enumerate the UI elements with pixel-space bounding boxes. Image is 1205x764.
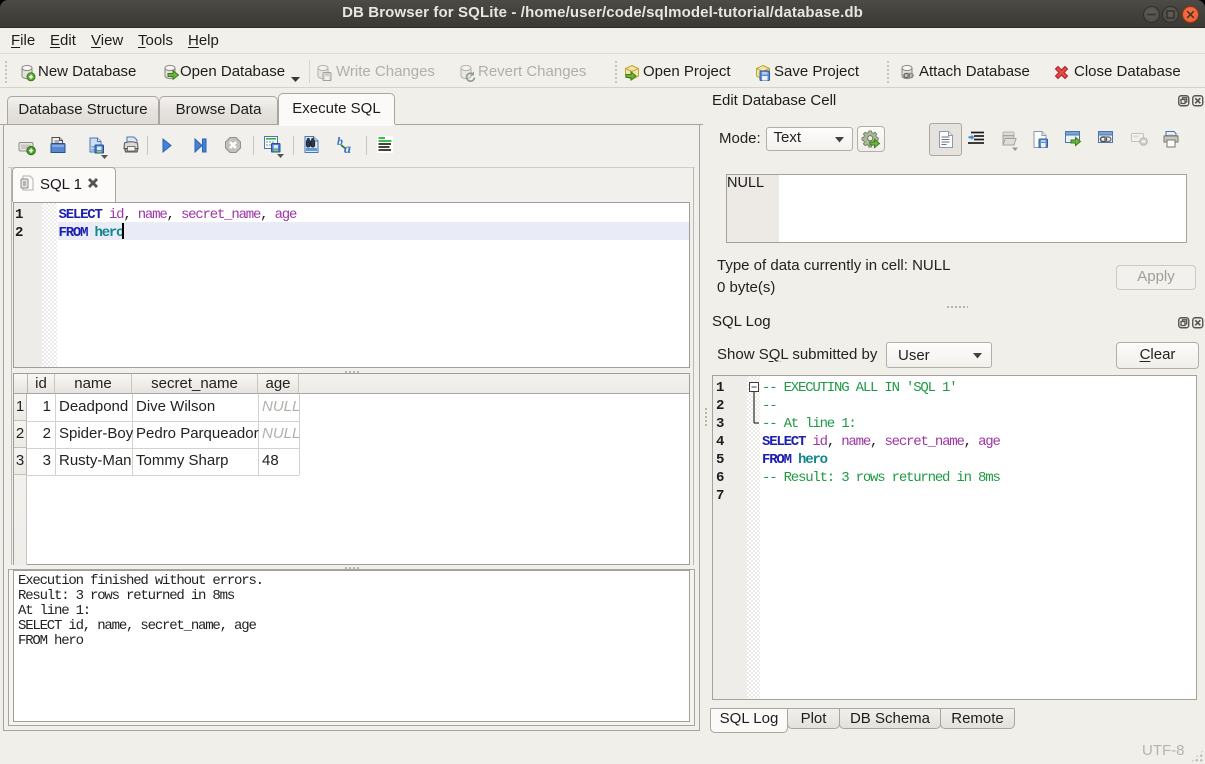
svg-text:a: a xyxy=(344,142,351,157)
